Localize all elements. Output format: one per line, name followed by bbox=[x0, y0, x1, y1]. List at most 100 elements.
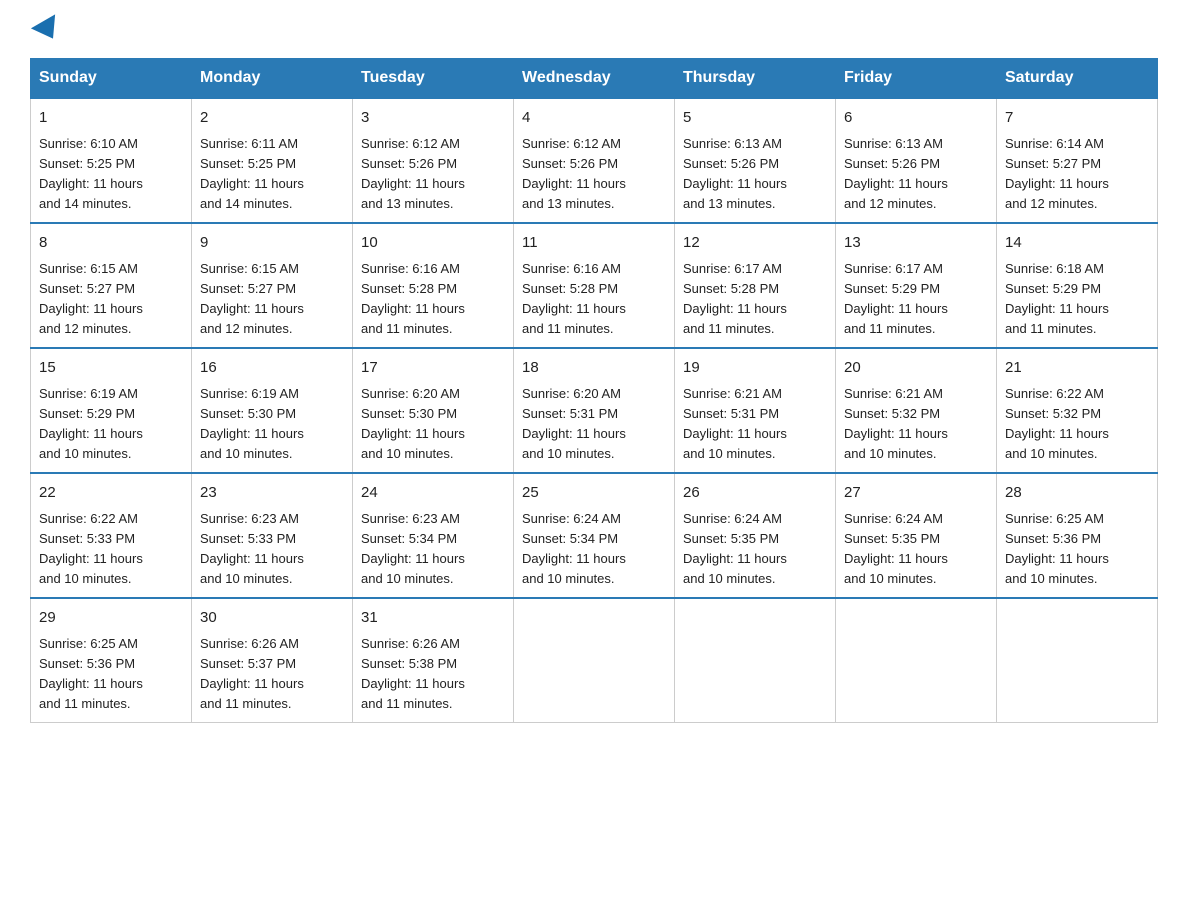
calendar-day-cell bbox=[675, 598, 836, 723]
calendar-week-row: 29 Sunrise: 6:25 AMSunset: 5:36 PMDayligh… bbox=[31, 598, 1158, 723]
calendar-table: Sunday Monday Tuesday Wednesday Thursday… bbox=[30, 58, 1158, 723]
calendar-day-cell: 1 Sunrise: 6:10 AMSunset: 5:25 PMDaylight… bbox=[31, 98, 192, 223]
day-number: 19 bbox=[683, 357, 827, 380]
day-number: 28 bbox=[1005, 482, 1149, 505]
calendar-header: Sunday Monday Tuesday Wednesday Thursday… bbox=[31, 59, 1158, 99]
calendar-day-cell: 15Sunrise: 6:19 AMSunset: 5:29 PMDayligh… bbox=[31, 348, 192, 473]
day-info: Sunrise: 6:12 AMSunset: 5:26 PMDaylight:… bbox=[522, 134, 666, 215]
day-info: Sunrise: 6:17 AMSunset: 5:28 PMDaylight:… bbox=[683, 259, 827, 340]
calendar-day-cell: 19 Sunrise: 6:21 AMSunset: 5:31 PMDayligh… bbox=[675, 348, 836, 473]
day-number: 3 bbox=[361, 107, 505, 130]
col-sunday: Sunday bbox=[31, 59, 192, 99]
calendar-week-row: 8 Sunrise: 6:15 AMSunset: 5:27 PMDaylight… bbox=[31, 223, 1158, 348]
col-friday: Friday bbox=[836, 59, 997, 99]
col-monday: Monday bbox=[192, 59, 353, 99]
day-info: Sunrise: 6:26 AMSunset: 5:37 PMDaylight:… bbox=[200, 634, 344, 715]
day-info: Sunrise: 6:19 AMSunset: 5:30 PMDaylight:… bbox=[200, 384, 344, 465]
day-info: Sunrise: 6:26 AMSunset: 5:38 PMDaylight:… bbox=[361, 634, 505, 715]
calendar-day-cell: 14Sunrise: 6:18 AMSunset: 5:29 PMDayligh… bbox=[997, 223, 1158, 348]
calendar-day-cell: 6Sunrise: 6:13 AMSunset: 5:26 PMDaylight… bbox=[836, 98, 997, 223]
day-info: Sunrise: 6:11 AMSunset: 5:25 PMDaylight:… bbox=[200, 134, 344, 215]
day-number: 6 bbox=[844, 107, 988, 130]
day-info: Sunrise: 6:21 AMSunset: 5:32 PMDaylight:… bbox=[844, 384, 988, 465]
calendar-day-cell: 9 Sunrise: 6:15 AMSunset: 5:27 PMDaylight… bbox=[192, 223, 353, 348]
day-number: 31 bbox=[361, 607, 505, 630]
day-info: Sunrise: 6:24 AMSunset: 5:35 PMDaylight:… bbox=[844, 509, 988, 590]
day-info: Sunrise: 6:25 AMSunset: 5:36 PMDaylight:… bbox=[1005, 509, 1149, 590]
calendar-day-cell: 7 Sunrise: 6:14 AMSunset: 5:27 PMDaylight… bbox=[997, 98, 1158, 223]
day-info: Sunrise: 6:25 AMSunset: 5:36 PMDaylight:… bbox=[39, 634, 183, 715]
col-tuesday: Tuesday bbox=[353, 59, 514, 99]
calendar-day-cell: 29 Sunrise: 6:25 AMSunset: 5:36 PMDayligh… bbox=[31, 598, 192, 723]
calendar-day-cell: 4 Sunrise: 6:12 AMSunset: 5:26 PMDaylight… bbox=[514, 98, 675, 223]
calendar-day-cell: 13Sunrise: 6:17 AMSunset: 5:29 PMDayligh… bbox=[836, 223, 997, 348]
calendar-day-cell: 21 Sunrise: 6:22 AMSunset: 5:32 PMDayligh… bbox=[997, 348, 1158, 473]
day-number: 7 bbox=[1005, 107, 1149, 130]
calendar-day-cell: 5Sunrise: 6:13 AMSunset: 5:26 PMDaylight… bbox=[675, 98, 836, 223]
day-info: Sunrise: 6:24 AMSunset: 5:35 PMDaylight:… bbox=[683, 509, 827, 590]
day-info: Sunrise: 6:24 AMSunset: 5:34 PMDaylight:… bbox=[522, 509, 666, 590]
day-info: Sunrise: 6:16 AMSunset: 5:28 PMDaylight:… bbox=[522, 259, 666, 340]
calendar-week-row: 15Sunrise: 6:19 AMSunset: 5:29 PMDayligh… bbox=[31, 348, 1158, 473]
logo bbox=[30, 20, 62, 40]
day-info: Sunrise: 6:13 AMSunset: 5:26 PMDaylight:… bbox=[683, 134, 827, 215]
day-info: Sunrise: 6:20 AMSunset: 5:31 PMDaylight:… bbox=[522, 384, 666, 465]
calendar-day-cell: 30 Sunrise: 6:26 AMSunset: 5:37 PMDayligh… bbox=[192, 598, 353, 723]
calendar-body: 1 Sunrise: 6:10 AMSunset: 5:25 PMDaylight… bbox=[31, 98, 1158, 723]
calendar-day-cell: 16 Sunrise: 6:19 AMSunset: 5:30 PMDayligh… bbox=[192, 348, 353, 473]
page-header bbox=[30, 20, 1158, 40]
day-info: Sunrise: 6:15 AMSunset: 5:27 PMDaylight:… bbox=[200, 259, 344, 340]
day-number: 1 bbox=[39, 107, 183, 130]
day-number: 29 bbox=[39, 607, 183, 630]
day-number: 21 bbox=[1005, 357, 1149, 380]
calendar-day-cell: 23Sunrise: 6:23 AMSunset: 5:33 PMDayligh… bbox=[192, 473, 353, 598]
day-number: 10 bbox=[361, 232, 505, 255]
day-number: 14 bbox=[1005, 232, 1149, 255]
day-info: Sunrise: 6:12 AMSunset: 5:26 PMDaylight:… bbox=[361, 134, 505, 215]
day-info: Sunrise: 6:15 AMSunset: 5:27 PMDaylight:… bbox=[39, 259, 183, 340]
logo-triangle-icon bbox=[31, 14, 65, 45]
day-number: 8 bbox=[39, 232, 183, 255]
header-row: Sunday Monday Tuesday Wednesday Thursday… bbox=[31, 59, 1158, 99]
day-number: 24 bbox=[361, 482, 505, 505]
calendar-day-cell: 27 Sunrise: 6:24 AMSunset: 5:35 PMDayligh… bbox=[836, 473, 997, 598]
day-number: 23 bbox=[200, 482, 344, 505]
day-number: 30 bbox=[200, 607, 344, 630]
calendar-week-row: 1 Sunrise: 6:10 AMSunset: 5:25 PMDaylight… bbox=[31, 98, 1158, 223]
calendar-day-cell: 8 Sunrise: 6:15 AMSunset: 5:27 PMDaylight… bbox=[31, 223, 192, 348]
day-number: 16 bbox=[200, 357, 344, 380]
calendar-day-cell: 22 Sunrise: 6:22 AMSunset: 5:33 PMDayligh… bbox=[31, 473, 192, 598]
col-thursday: Thursday bbox=[675, 59, 836, 99]
calendar-day-cell: 12Sunrise: 6:17 AMSunset: 5:28 PMDayligh… bbox=[675, 223, 836, 348]
day-number: 27 bbox=[844, 482, 988, 505]
day-info: Sunrise: 6:21 AMSunset: 5:31 PMDaylight:… bbox=[683, 384, 827, 465]
calendar-day-cell: 24Sunrise: 6:23 AMSunset: 5:34 PMDayligh… bbox=[353, 473, 514, 598]
calendar-day-cell: 25 Sunrise: 6:24 AMSunset: 5:34 PMDayligh… bbox=[514, 473, 675, 598]
col-saturday: Saturday bbox=[997, 59, 1158, 99]
day-info: Sunrise: 6:22 AMSunset: 5:33 PMDaylight:… bbox=[39, 509, 183, 590]
day-number: 20 bbox=[844, 357, 988, 380]
calendar-day-cell: 28 Sunrise: 6:25 AMSunset: 5:36 PMDayligh… bbox=[997, 473, 1158, 598]
day-info: Sunrise: 6:22 AMSunset: 5:32 PMDaylight:… bbox=[1005, 384, 1149, 465]
day-info: Sunrise: 6:10 AMSunset: 5:25 PMDaylight:… bbox=[39, 134, 183, 215]
calendar-week-row: 22 Sunrise: 6:22 AMSunset: 5:33 PMDayligh… bbox=[31, 473, 1158, 598]
day-info: Sunrise: 6:20 AMSunset: 5:30 PMDaylight:… bbox=[361, 384, 505, 465]
day-number: 13 bbox=[844, 232, 988, 255]
day-number: 2 bbox=[200, 107, 344, 130]
day-number: 9 bbox=[200, 232, 344, 255]
calendar-day-cell: 2 Sunrise: 6:11 AMSunset: 5:25 PMDaylight… bbox=[192, 98, 353, 223]
day-info: Sunrise: 6:14 AMSunset: 5:27 PMDaylight:… bbox=[1005, 134, 1149, 215]
day-number: 25 bbox=[522, 482, 666, 505]
calendar-day-cell: 20 Sunrise: 6:21 AMSunset: 5:32 PMDayligh… bbox=[836, 348, 997, 473]
calendar-day-cell: 31 Sunrise: 6:26 AMSunset: 5:38 PMDayligh… bbox=[353, 598, 514, 723]
calendar-day-cell: 26 Sunrise: 6:24 AMSunset: 5:35 PMDayligh… bbox=[675, 473, 836, 598]
calendar-day-cell: 3 Sunrise: 6:12 AMSunset: 5:26 PMDaylight… bbox=[353, 98, 514, 223]
day-number: 22 bbox=[39, 482, 183, 505]
day-number: 18 bbox=[522, 357, 666, 380]
calendar-day-cell: 10 Sunrise: 6:16 AMSunset: 5:28 PMDayligh… bbox=[353, 223, 514, 348]
day-info: Sunrise: 6:16 AMSunset: 5:28 PMDaylight:… bbox=[361, 259, 505, 340]
logo-blue-text bbox=[30, 20, 62, 40]
calendar-day-cell: 18 Sunrise: 6:20 AMSunset: 5:31 PMDayligh… bbox=[514, 348, 675, 473]
day-number: 26 bbox=[683, 482, 827, 505]
day-number: 4 bbox=[522, 107, 666, 130]
